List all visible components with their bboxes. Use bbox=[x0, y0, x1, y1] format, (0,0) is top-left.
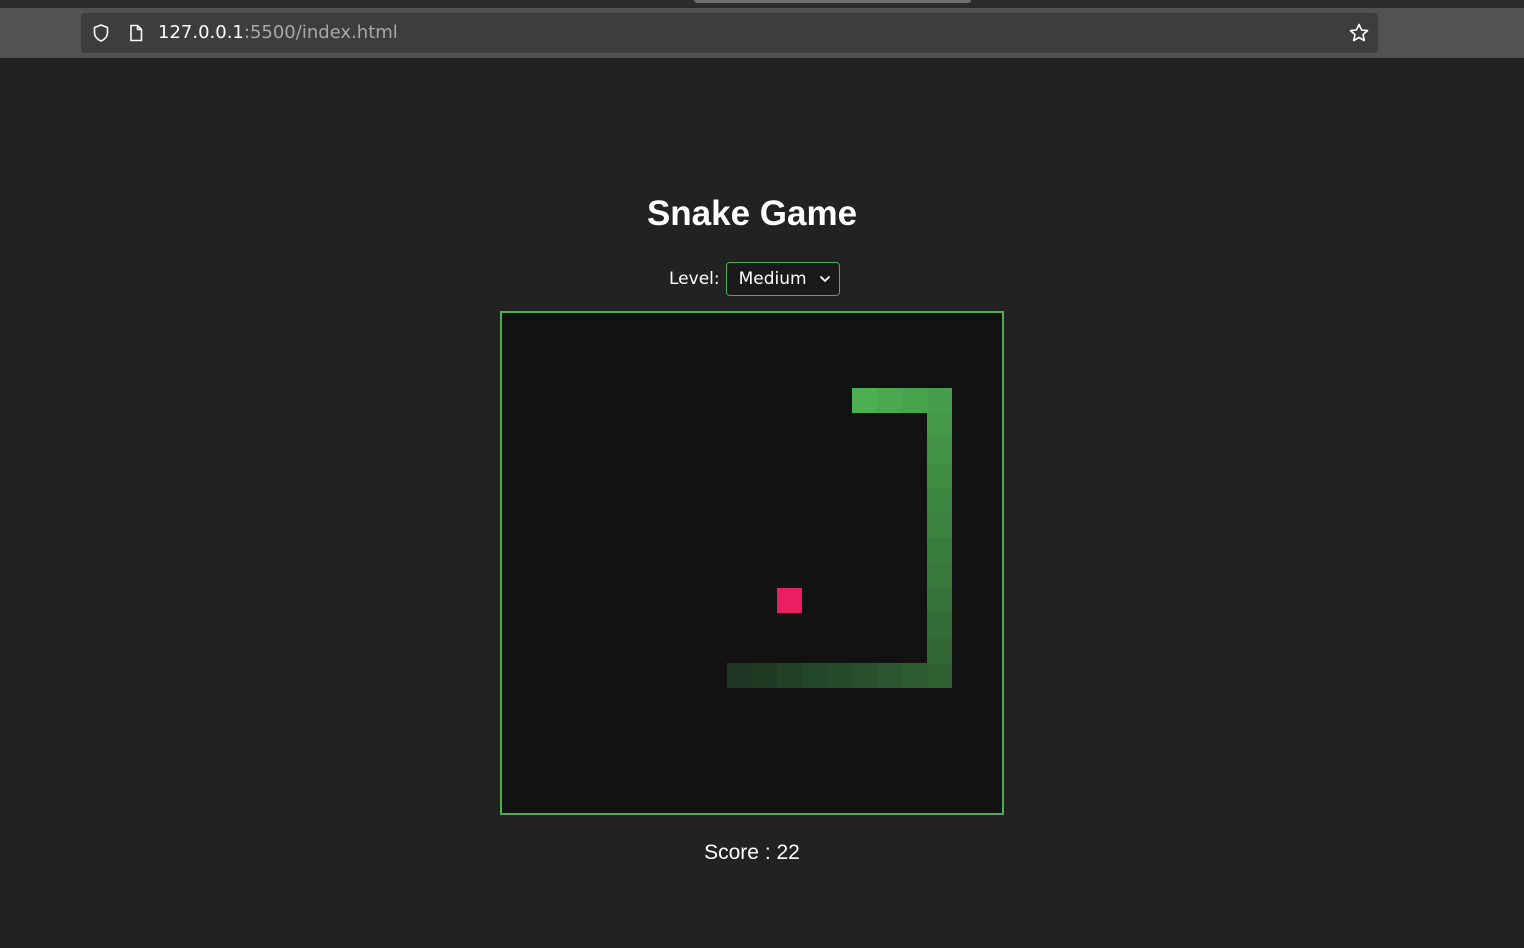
snake-segment bbox=[927, 463, 952, 488]
snake-segment bbox=[927, 613, 952, 638]
page-icon bbox=[130, 24, 143, 42]
chevron-down-icon bbox=[819, 276, 830, 282]
snake-segment bbox=[927, 513, 952, 538]
snake-segment bbox=[927, 563, 952, 588]
snake-segment bbox=[927, 388, 952, 413]
game-canvas bbox=[727, 388, 952, 688]
game-board[interactable] bbox=[500, 311, 1004, 815]
snake-segment bbox=[802, 663, 827, 688]
bookmark-star-icon[interactable] bbox=[1348, 22, 1370, 44]
snake-segment bbox=[902, 663, 927, 688]
snake-segment bbox=[877, 663, 902, 688]
snake-segment bbox=[927, 663, 952, 688]
snake-segment bbox=[927, 588, 952, 613]
snake-segment bbox=[902, 388, 927, 413]
level-label: Level: bbox=[669, 269, 720, 289]
page-title: Snake Game bbox=[646, 194, 858, 233]
level-select[interactable]: Medium bbox=[725, 262, 840, 296]
snake-segment bbox=[877, 388, 902, 413]
snake-segment bbox=[852, 663, 877, 688]
snake-segment bbox=[752, 663, 777, 688]
level-control: Level: Medium bbox=[669, 262, 840, 296]
snake-head bbox=[852, 388, 877, 413]
snake-segment bbox=[927, 638, 952, 663]
snake-segment bbox=[927, 488, 952, 513]
snake-segment bbox=[827, 663, 852, 688]
url-host: 127.0.0.1 bbox=[158, 22, 244, 43]
snake-segment bbox=[727, 663, 752, 688]
snake-segment bbox=[927, 538, 952, 563]
shield-icon[interactable] bbox=[91, 23, 111, 43]
browser-toolbar: 127.0.0.1:5500/index.html bbox=[0, 0, 1524, 58]
active-tab[interactable] bbox=[694, 0, 971, 3]
snake-segment bbox=[777, 663, 802, 688]
level-selected-value: Medium bbox=[738, 269, 807, 289]
snake-segment bbox=[927, 438, 952, 463]
url-path: :5500/index.html bbox=[243, 22, 398, 43]
score-display: Score : 22 bbox=[704, 841, 800, 864]
url-text[interactable]: 127.0.0.1:5500/index.html bbox=[158, 13, 398, 53]
food-pellet bbox=[777, 588, 802, 613]
snake-segment bbox=[927, 413, 952, 438]
address-bar[interactable]: 127.0.0.1:5500/index.html bbox=[81, 13, 1378, 53]
